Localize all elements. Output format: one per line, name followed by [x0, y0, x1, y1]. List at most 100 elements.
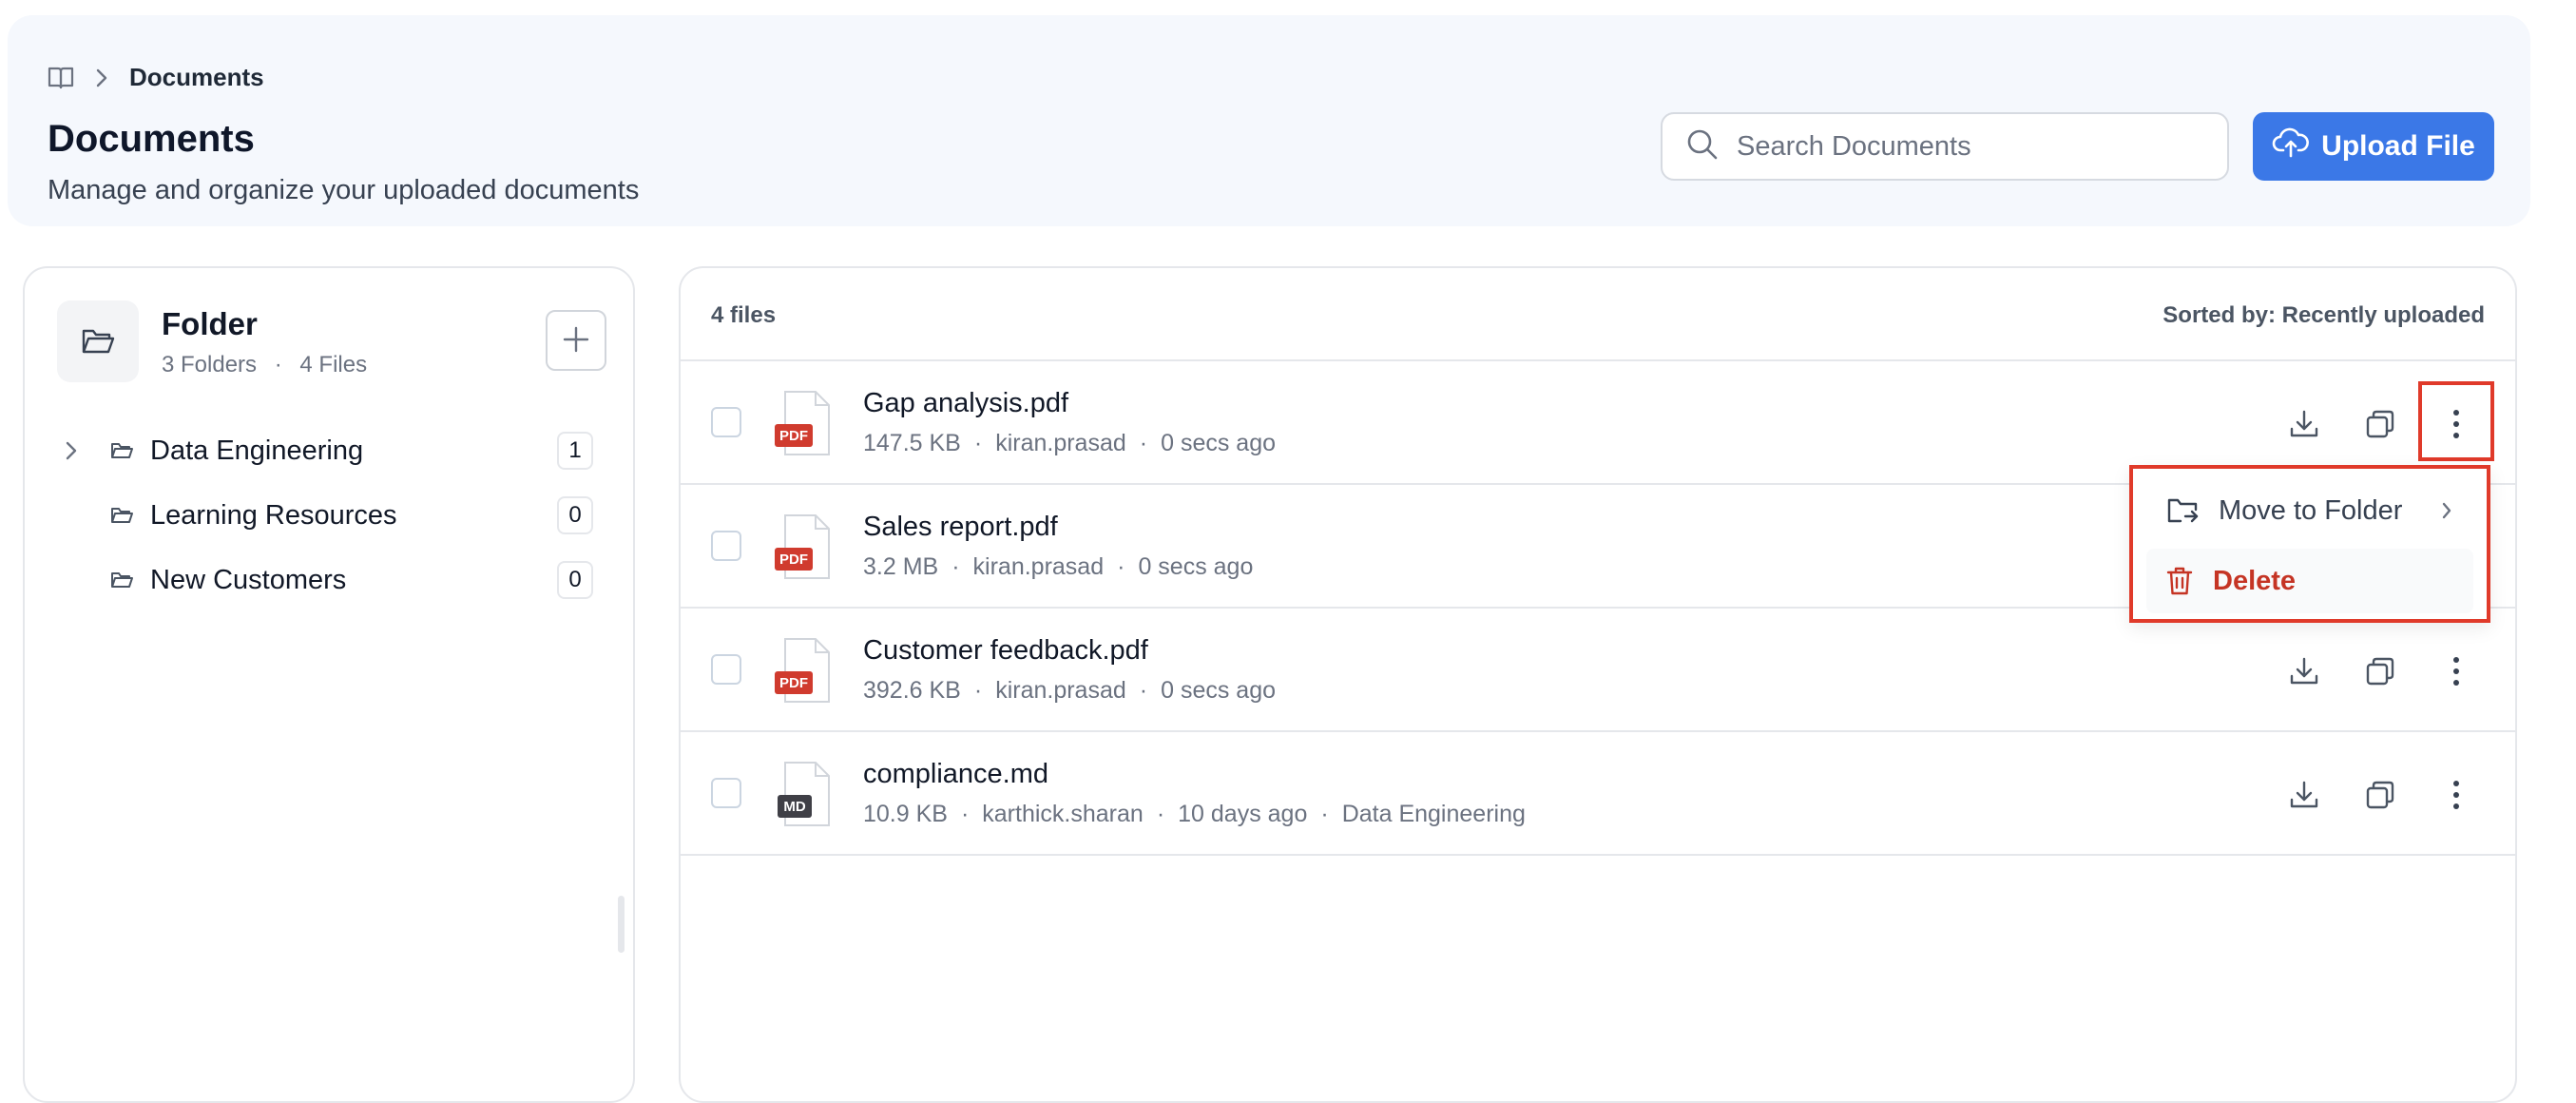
pdf-file-icon: PDF: [774, 390, 835, 461]
file-size: 10.9 KB: [863, 801, 948, 827]
file-time: 0 secs ago: [1138, 553, 1254, 580]
page-subtitle: Manage and organize your uploaded docume…: [48, 175, 640, 205]
pdf-file-icon: PDF: [774, 637, 835, 708]
page-title: Documents: [48, 118, 255, 160]
file-badge: PDF: [779, 675, 808, 691]
pdf-file-icon: PDF: [774, 513, 835, 585]
folder-name: Data Engineering: [150, 435, 364, 466]
page-header: Documents Documents Manage and organize …: [8, 15, 2530, 226]
chevron-right-icon: [95, 68, 108, 88]
upload-file-label: Upload File: [2321, 130, 2475, 162]
folder-count-badge: 0: [557, 561, 593, 599]
file-owner: kiran.prasad: [995, 677, 1126, 704]
file-size: 3.2 MB: [863, 553, 939, 580]
file-context-menu: Move to Folder Delete: [2129, 465, 2490, 623]
folder-icon: [110, 441, 133, 465]
folder-item-learning-resources[interactable]: Learning Resources 0: [25, 489, 633, 544]
file-name[interactable]: Customer feedback.pdf: [863, 635, 1148, 667]
folder-panel-meta: 3 Folders · 4 Files: [162, 352, 367, 378]
folder-sidebar: Folder 3 Folders · 4 Files Data Engineer…: [23, 266, 635, 1103]
folder-count-badge: 1: [557, 432, 593, 470]
folder-panel-title: Folder: [162, 306, 258, 341]
download-icon[interactable]: [2278, 397, 2331, 451]
file-time: 10 days ago: [1178, 801, 1308, 827]
search-box[interactable]: [1661, 112, 2229, 181]
cloud-upload-icon: [2272, 127, 2310, 165]
file-name[interactable]: Sales report.pdf: [863, 512, 1058, 543]
meta-dot: ·: [960, 801, 970, 827]
row-checkbox[interactable]: [711, 407, 741, 437]
file-meta: 147.5 KB · kiran.prasad · 0 secs ago: [863, 430, 1276, 457]
meta-dot: ·: [1320, 801, 1329, 827]
copy-icon[interactable]: [2354, 397, 2407, 451]
chevron-right-icon[interactable]: [65, 440, 78, 466]
files-count-label: 4 files: [711, 302, 777, 328]
breadcrumb: Documents: [48, 63, 264, 92]
chevron-right-icon: [2441, 501, 2452, 525]
file-owner: kiran.prasad: [995, 430, 1126, 456]
files-panel: 4 files Sorted by: Recently uploaded PDF…: [679, 266, 2517, 1103]
more-button-highlight: [2418, 381, 2494, 461]
row-checkbox[interactable]: [711, 531, 741, 561]
folder-open-icon: [57, 300, 139, 382]
sort-label[interactable]: Sorted by: Recently uploaded: [2163, 302, 2485, 329]
folder-count-badge: 0: [557, 496, 593, 534]
plus-icon: [562, 325, 590, 357]
trash-icon: [2165, 566, 2194, 596]
breadcrumb-current: Documents: [129, 63, 264, 91]
files-count: 4 Files: [299, 352, 368, 377]
menu-item-label: Move to Folder: [2219, 494, 2403, 526]
folder-icon: [110, 571, 133, 594]
file-owner: karthick.sharan: [982, 801, 1144, 827]
menu-item-label: Delete: [2213, 565, 2297, 596]
file-badge: PDF: [779, 428, 808, 444]
file-badge: MD: [783, 799, 805, 815]
upload-file-button[interactable]: Upload File: [2253, 112, 2494, 181]
file-owner: kiran.prasad: [972, 553, 1105, 580]
folder-move-icon: [2165, 496, 2200, 525]
file-size: 147.5 KB: [863, 430, 961, 456]
row-checkbox[interactable]: [711, 778, 741, 808]
file-meta: 10.9 KB · karthick.sharan · 10 days ago · Data…: [863, 801, 1526, 828]
folder-item-new-customers[interactable]: New Customers 0: [25, 553, 633, 609]
file-meta: 392.6 KB · kiran.prasad · 0 secs ago: [863, 677, 1276, 705]
folder-icon: [110, 506, 133, 530]
download-icon[interactable]: [2278, 768, 2331, 822]
row-checkbox[interactable]: [711, 654, 741, 685]
copy-icon[interactable]: [2354, 768, 2407, 822]
meta-separator: ·: [274, 352, 282, 377]
menu-item-delete[interactable]: Delete: [2146, 549, 2473, 613]
file-name[interactable]: Gap analysis.pdf: [863, 388, 1068, 419]
meta-dot: ·: [973, 430, 983, 456]
search-input[interactable]: [1735, 129, 2195, 164]
add-folder-button[interactable]: [546, 310, 606, 371]
folders-count: 3 Folders: [162, 352, 258, 377]
download-icon[interactable]: [2278, 645, 2331, 698]
file-size: 392.6 KB: [863, 677, 961, 704]
meta-dot: ·: [1139, 677, 1148, 704]
file-folder: Data Engineering: [1341, 801, 1526, 827]
file-row[interactable]: PDF Customer feedback.pdf 392.6 KB · kiran…: [681, 609, 2515, 732]
file-row[interactable]: MD compliance.md 10.9 KB · karthick.sharan…: [681, 732, 2515, 856]
meta-dot: ·: [973, 677, 983, 704]
file-name[interactable]: compliance.md: [863, 759, 1048, 790]
more-vertical-icon[interactable]: [2430, 768, 2483, 822]
meta-dot: ·: [1117, 553, 1125, 580]
meta-dot: ·: [952, 553, 960, 580]
markdown-file-icon: MD: [774, 761, 835, 832]
sidebar-scrollbar[interactable]: [618, 896, 625, 953]
file-time: 0 secs ago: [1161, 430, 1277, 456]
menu-item-move-to-folder[interactable]: Move to Folder: [2146, 478, 2473, 543]
copy-icon[interactable]: [2354, 645, 2407, 698]
more-vertical-icon[interactable]: [2430, 645, 2483, 698]
folder-item-data-engineering[interactable]: Data Engineering 1: [25, 424, 633, 479]
meta-dot: ·: [1139, 430, 1148, 456]
folder-name: Learning Resources: [150, 500, 397, 531]
meta-dot: ·: [1156, 801, 1165, 827]
folder-name: New Customers: [150, 565, 347, 595]
file-time: 0 secs ago: [1161, 677, 1277, 704]
file-badge: PDF: [779, 552, 808, 568]
book-open-icon[interactable]: [48, 66, 74, 90]
search-icon: [1663, 127, 1720, 166]
file-meta: 3.2 MB · kiran.prasad · 0 secs ago: [863, 553, 1253, 581]
